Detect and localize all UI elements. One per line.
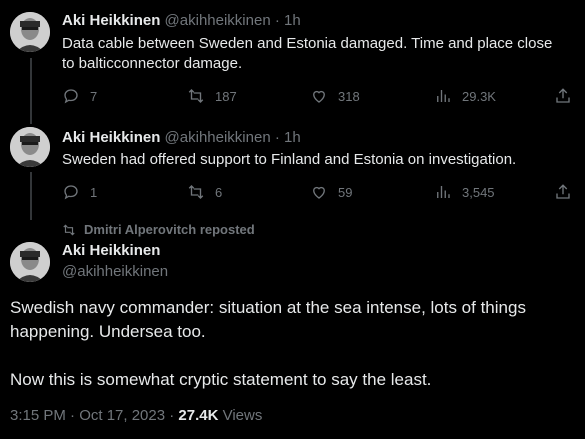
views-button[interactable]: 29.3K [434, 87, 496, 105]
share-button[interactable] [554, 87, 572, 105]
repost-icon [188, 185, 204, 199]
reply-count: 1 [90, 184, 98, 200]
tweet-text: Swedish navy commander: situation at the… [10, 296, 575, 392]
heart-icon [313, 90, 325, 103]
repost-indicator[interactable]: Dmitri Alperovitch reposted [62, 222, 255, 237]
view-count: 29.3K [462, 88, 496, 104]
author-name[interactable]: Aki Heikkinen [62, 129, 160, 146]
share-icon [556, 184, 570, 199]
views-label: Views [218, 407, 263, 424]
reply-icon [64, 89, 78, 104]
author-handle[interactable]: @akihheikkinen [165, 12, 271, 29]
tweet-paragraph: Now this is somewhat cryptic statement t… [10, 370, 432, 389]
post-timestamp[interactable]: 3:15 PM · Oct 17, 2023 · [10, 407, 178, 424]
thread-connector [30, 58, 32, 124]
view-count: 3,545 [462, 184, 495, 200]
views-button[interactable]: 3,545 [434, 183, 495, 201]
views-icon [437, 186, 450, 198]
author-handle[interactable]: @akihheikkinen [165, 129, 271, 146]
tweet-text: Data cable between Sweden and Estonia da… [62, 35, 553, 72]
thread-connector [30, 172, 32, 220]
reply-button[interactable]: 1 [62, 183, 97, 201]
repost-label: Dmitri Alperovitch reposted [84, 222, 255, 237]
reply-count: 7 [90, 88, 98, 104]
repost-icon [188, 89, 204, 103]
share-button[interactable] [554, 183, 572, 201]
reply-icon [64, 185, 78, 200]
paragraph-spacer [10, 344, 575, 368]
author-handle[interactable]: @akihheikkinen [62, 263, 168, 280]
post-time[interactable]: · 1h [275, 12, 301, 29]
tweet-meta: 3:15 PM · Oct 17, 2023 · 27.4K Views [10, 407, 262, 424]
post-time[interactable]: · 1h [275, 129, 301, 146]
repost-button[interactable]: 6 [187, 183, 222, 201]
like-button[interactable]: 59 [310, 183, 352, 201]
repost-button[interactable]: 187 [187, 87, 237, 105]
like-button[interactable]: 318 [310, 87, 360, 105]
tweet-paragraph: Swedish navy commander: situation at the… [10, 298, 526, 341]
repost-count: 187 [215, 88, 237, 104]
author-name[interactable]: Aki Heikkinen [62, 12, 160, 29]
author-name[interactable]: Aki Heikkinen [62, 242, 160, 259]
reply-button[interactable]: 7 [62, 87, 97, 105]
views-count: 27.4K [178, 407, 219, 424]
share-icon [556, 88, 570, 103]
tweet-text: Sweden had offered support to Finland an… [62, 151, 517, 168]
avatar[interactable] [10, 12, 50, 52]
like-count: 318 [338, 88, 360, 104]
repost-icon [63, 224, 75, 235]
views-icon [437, 90, 450, 102]
like-count: 59 [338, 184, 353, 200]
heart-icon [313, 186, 325, 199]
repost-count: 6 [215, 184, 223, 200]
avatar[interactable] [10, 127, 50, 167]
avatar[interactable] [10, 242, 50, 282]
